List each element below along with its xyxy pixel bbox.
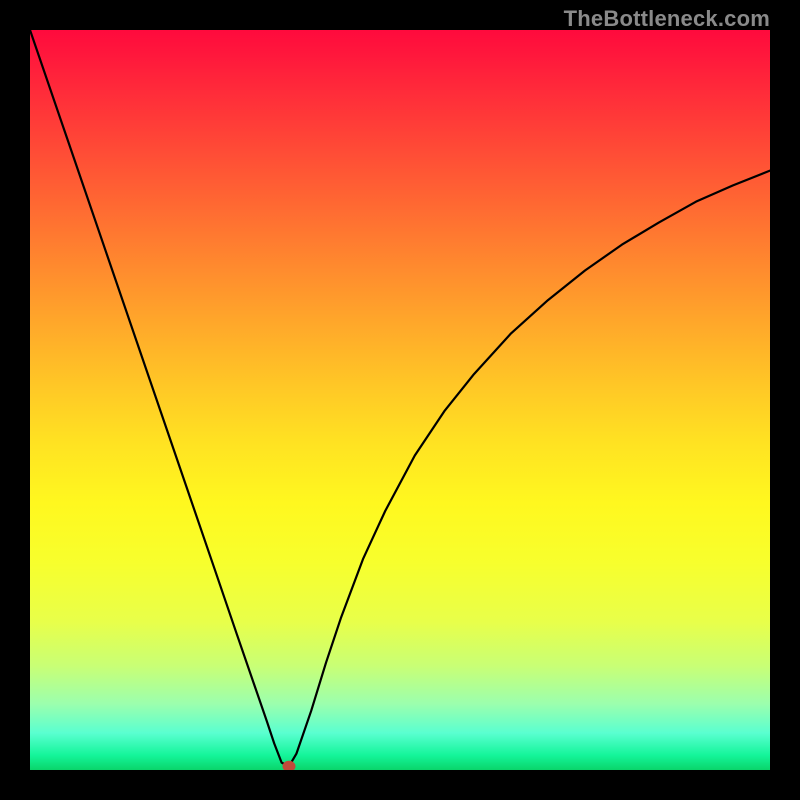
bottleneck-curve <box>30 30 770 766</box>
plot-area <box>30 30 770 770</box>
min-marker <box>283 761 295 770</box>
watermark-text: TheBottleneck.com <box>564 6 770 32</box>
chart-svg <box>30 30 770 770</box>
chart-frame: TheBottleneck.com <box>0 0 800 800</box>
